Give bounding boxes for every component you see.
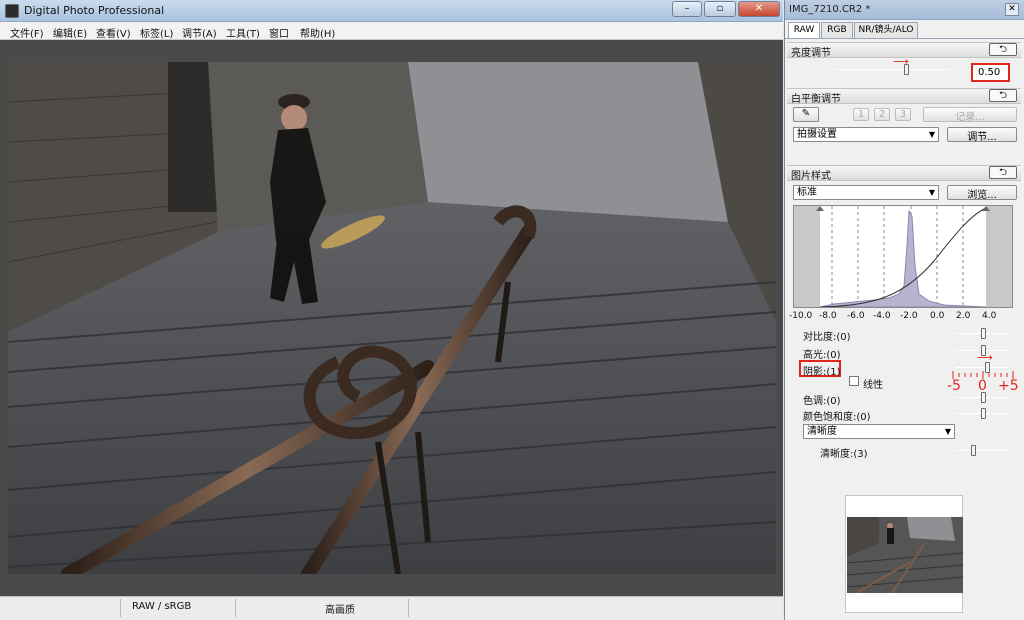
palette-file-title: IMG_7210.CR2 * [789, 4, 871, 15]
menu-file[interactable]: 文件(F) [10, 25, 44, 40]
menu-edit[interactable]: 编辑(E) [53, 25, 87, 40]
wb-preset-3-button[interactable]: 3 [895, 108, 911, 121]
status-bar: RAW / sRGB 高画质 [0, 596, 783, 620]
white-balance-reset-button[interactable]: ⮌ [989, 89, 1017, 102]
picture-style-section-header: 图片样式 ⮌ [787, 165, 1021, 182]
menu-window[interactable]: 窗口 [269, 25, 289, 40]
menu-help[interactable]: 帮助(H) [300, 25, 335, 40]
sharpness-mode-value: 清晰度 [807, 426, 837, 437]
status-divider [235, 599, 236, 617]
linear-checkbox[interactable] [849, 376, 859, 386]
brightness-label: 亮度调节 [791, 48, 831, 59]
menu-label[interactable]: 标签(L) [140, 25, 173, 40]
picture-style-select[interactable]: 标准 ▼ [793, 185, 939, 200]
brightness-slider-track[interactable] [835, 69, 950, 70]
menu-bar: 文件(F) 编辑(E) 查看(V) 标签(L) 调节(A) 工具(T) 窗口 帮… [0, 22, 783, 40]
brightness-value: 0.50 [978, 67, 1001, 78]
histogram-tick-label: -10.0 [789, 311, 813, 321]
main-window: Digital Photo Professional – ▫ ✕ 文件(F) 编… [0, 0, 783, 620]
shadow-scale-max: +5 [998, 378, 1019, 394]
histogram-tick-label: 4.0 [982, 311, 997, 321]
saturation-label: 颜色饱和度:(0) [803, 412, 871, 423]
histogram-tick-label: -6.0 [847, 311, 865, 321]
navigator-thumbnail[interactable] [847, 517, 963, 593]
wb-mode-value: 拍摄设置 [797, 129, 837, 140]
histogram-graph [794, 206, 1012, 308]
status-color-space: RAW / sRGB [132, 601, 192, 612]
sharpness-mode-select[interactable]: 清晰度 ▼ [803, 424, 955, 439]
menu-tools[interactable]: 工具(T) [226, 25, 260, 40]
picture-style-value: 标准 [797, 187, 817, 198]
shadow-label: 阴影:(1) [803, 367, 841, 378]
close-button[interactable]: ✕ [738, 1, 780, 17]
sharpness-label: 清晰度:(3) [820, 449, 868, 460]
wb-preset-2-button[interactable]: 2 [874, 108, 890, 121]
picture-style-reset-button[interactable]: ⮌ [989, 166, 1017, 179]
tab-raw[interactable]: RAW [788, 22, 820, 39]
minimize-button[interactable]: – [672, 1, 702, 17]
sharpness-slider-track[interactable] [955, 450, 1010, 451]
contrast-slider-thumb[interactable] [981, 328, 986, 339]
white-balance-label: 白平衡调节 [791, 94, 841, 105]
menu-adjust[interactable]: 调节(A) [182, 25, 217, 40]
palette-title-bar[interactable]: IMG_7210.CR2 * ✕ [785, 0, 1024, 20]
dropdown-arrow-icon: ▼ [928, 188, 935, 197]
tone-label: 色调:(0) [803, 396, 841, 407]
picture-style-label: 图片样式 [791, 171, 831, 182]
highlight-label: 高光:(0) [803, 350, 841, 361]
shadow-scale-min: -5 [947, 378, 961, 394]
saturation-slider-thumb[interactable] [981, 408, 986, 419]
status-divider [408, 599, 409, 617]
tone-slider-thumb[interactable] [981, 392, 986, 403]
wb-preset-1-button[interactable]: 1 [853, 108, 869, 121]
dropdown-arrow-icon: ▼ [928, 130, 935, 139]
white-balance-section-header: 白平衡调节 ⮌ [787, 88, 1021, 105]
eyedropper-icon: ✎ [801, 108, 811, 119]
window-title: Digital Photo Professional [24, 4, 165, 17]
photo-preview[interactable] [8, 62, 776, 574]
tool-palette: IMG_7210.CR2 * ✕ RAW RGB NR/镜头/ALO 亮度调节 … [784, 0, 1024, 620]
eyedropper-button[interactable]: ✎ [793, 107, 819, 122]
navigator-panel [845, 495, 963, 613]
status-quality: 高画质 [325, 605, 355, 616]
sharpness-slider-thumb[interactable] [971, 445, 976, 456]
camera-app-icon [5, 4, 19, 18]
histogram-tick-label: -8.0 [819, 311, 837, 321]
tab-divider [785, 38, 1024, 39]
histogram-tick-label: 2.0 [956, 311, 971, 321]
linear-label: 线性 [863, 380, 883, 391]
arrow-annotation-icon: ⟶ [893, 55, 909, 68]
tab-nr-lens-alo[interactable]: NR/镜头/ALO [854, 22, 918, 38]
stairs-photo-image [8, 62, 776, 574]
histogram-tick-label: -4.0 [873, 311, 891, 321]
histogram-tick-label: -2.0 [900, 311, 918, 321]
tab-rgb[interactable]: RGB [821, 22, 853, 38]
contrast-label: 对比度:(0) [803, 332, 851, 343]
tone-curve-histogram[interactable] [793, 205, 1013, 308]
title-bar[interactable]: Digital Photo Professional – ▫ ✕ [0, 0, 783, 22]
restore-button[interactable]: ▫ [704, 1, 736, 17]
dropdown-arrow-icon: ▼ [944, 427, 951, 436]
brightness-value-box[interactable]: 0.50 [971, 63, 1010, 82]
shadow-slider-track[interactable] [955, 367, 1010, 368]
menu-view[interactable]: 查看(V) [96, 25, 131, 40]
brightness-reset-button[interactable]: ⮌ [989, 43, 1017, 56]
status-divider [120, 599, 121, 617]
wb-adjust-button[interactable]: 调节... [947, 127, 1017, 143]
picture-style-browse-button[interactable]: 浏览... [947, 185, 1017, 201]
wb-mode-select[interactable]: 拍摄设置 ▼ [793, 127, 939, 142]
histogram-tick-label: 0.0 [930, 311, 945, 321]
wb-register-button[interactable]: 记录... [923, 107, 1017, 123]
palette-close-button[interactable]: ✕ [1005, 3, 1019, 16]
